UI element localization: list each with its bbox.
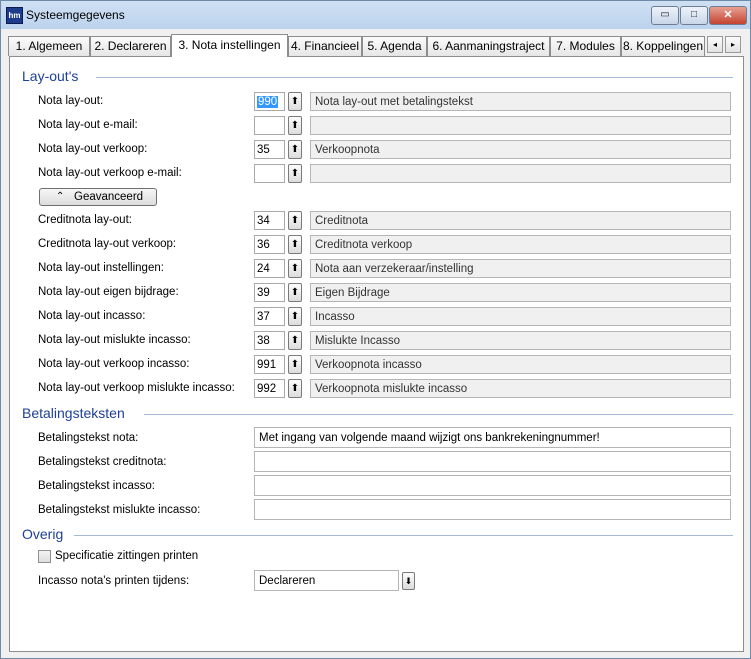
chevron-up-icon: ⌃ — [56, 191, 65, 202]
payment-text-input[interactable] — [254, 451, 731, 472]
payment-text-label: Betalingstekst mislukte incasso: — [38, 504, 201, 516]
advanced-description: Verkoopnota mislukte incasso — [310, 379, 731, 398]
layout-code-input[interactable]: 35 — [254, 140, 285, 159]
app-icon: hm — [6, 7, 23, 24]
tab-strip: 1. Algemeen 2. Declareren 3. Nota instel… — [6, 34, 746, 57]
advanced-description: Mislukte Incasso — [310, 331, 731, 350]
payment-text-input[interactable] — [254, 499, 731, 520]
close-button[interactable]: ✕ — [709, 6, 747, 25]
tab-algemeen[interactable]: 1. Algemeen — [8, 36, 90, 56]
tab-agenda[interactable]: 5. Agenda — [362, 36, 427, 56]
advanced-label: Nota lay-out instellingen: — [38, 262, 164, 274]
section-divider — [96, 77, 733, 78]
specification-checkbox[interactable] — [38, 550, 51, 563]
advanced-description: Nota aan verzekeraar/instelling — [310, 259, 731, 278]
advanced-code-input[interactable]: 34 — [254, 211, 285, 230]
advanced-button-label: Geavanceerd — [74, 191, 144, 203]
tab-scroll-left-icon[interactable]: ◂ — [707, 36, 723, 53]
picker-icon[interactable]: ⬆ — [288, 140, 302, 159]
section-divider — [144, 414, 733, 415]
minimize-button[interactable]: ▭ — [651, 6, 679, 25]
section-layouts-title: Lay-out's — [22, 68, 79, 84]
layout-label: Nota lay-out: — [38, 95, 104, 107]
dropdown-arrow-icon[interactable]: ⬇ — [402, 572, 415, 590]
layout-code-input[interactable] — [254, 116, 285, 135]
advanced-label: Nota lay-out verkoop mislukte incasso: — [38, 382, 235, 394]
advanced-label: Nota lay-out verkoop incasso: — [38, 358, 190, 370]
window: hm Systeemgegevens ▭ □ ✕ 1. Algemeen 2. … — [0, 0, 751, 659]
advanced-label: Nota lay-out mislukte incasso: — [38, 334, 191, 346]
incasso-print-label: Incasso nota's printen tijdens: — [38, 575, 190, 587]
layout-code-input[interactable] — [254, 164, 285, 183]
payment-text-input[interactable] — [254, 475, 731, 496]
section-divider — [74, 535, 733, 536]
payment-text-label: Betalingstekst incasso: — [38, 480, 155, 492]
picker-icon[interactable]: ⬆ — [288, 164, 302, 183]
payment-text-input[interactable]: Met ingang van volgende maand wijzigt on… — [254, 427, 731, 448]
section-payment-texts-title: Betalingsteksten — [22, 405, 125, 421]
advanced-description: Verkoopnota incasso — [310, 355, 731, 374]
picker-icon[interactable]: ⬆ — [288, 355, 302, 374]
payment-text-label: Betalingstekst creditnota: — [38, 456, 167, 468]
tab-declareren[interactable]: 2. Declareren — [90, 36, 171, 56]
picker-icon[interactable]: ⬆ — [288, 211, 302, 230]
layout-description: Verkoopnota — [310, 140, 731, 159]
tab-financieel[interactable]: 4. Financieel — [288, 36, 362, 56]
tab-modules[interactable]: 7. Modules — [550, 36, 621, 56]
advanced-description: Creditnota verkoop — [310, 235, 731, 254]
tab-nota-instellingen[interactable]: 3. Nota instellingen — [171, 34, 288, 57]
advanced-code-input[interactable]: 36 — [254, 235, 285, 254]
advanced-code-input[interactable]: 992 — [254, 379, 285, 398]
advanced-code-input[interactable]: 38 — [254, 331, 285, 350]
title-bar: hm Systeemgegevens ▭ □ ✕ — [1, 1, 750, 29]
layout-label: Nota lay-out verkoop e-mail: — [38, 167, 182, 179]
picker-icon[interactable]: ⬆ — [288, 92, 302, 111]
advanced-label: Creditnota lay-out verkoop: — [38, 238, 177, 250]
picker-icon[interactable]: ⬆ — [288, 116, 302, 135]
advanced-description: Incasso — [310, 307, 731, 326]
picker-icon[interactable]: ⬆ — [288, 259, 302, 278]
layout-description: Nota lay-out met betalingstekst — [310, 92, 731, 111]
layout-label: Nota lay-out e-mail: — [38, 119, 138, 131]
picker-icon[interactable]: ⬆ — [288, 235, 302, 254]
tab-panel: Lay-out's Nota lay-out: 990 ⬆ Nota lay-o… — [9, 56, 744, 652]
picker-icon[interactable]: ⬆ — [288, 283, 302, 302]
advanced-label: Creditnota lay-out: — [38, 214, 132, 226]
section-other-title: Overig — [22, 526, 64, 542]
tab-koppelingen[interactable]: 8. Koppelingen — [621, 36, 705, 56]
layout-label: Nota lay-out verkoop: — [38, 143, 148, 155]
picker-icon[interactable]: ⬆ — [288, 379, 302, 398]
advanced-label: Nota lay-out incasso: — [38, 310, 146, 322]
specification-checkbox-label: Specificatie zittingen printen — [55, 550, 199, 562]
advanced-description: Eigen Bijdrage — [310, 283, 731, 302]
window-title: Systeemgegevens — [26, 8, 125, 22]
layout-description — [310, 164, 731, 183]
tab-aanmaningstraject[interactable]: 6. Aanmaningstraject — [427, 36, 550, 56]
picker-icon[interactable]: ⬆ — [288, 307, 302, 326]
maximize-button[interactable]: □ — [680, 6, 708, 25]
advanced-label: Nota lay-out eigen bijdrage: — [38, 286, 179, 298]
advanced-button[interactable]: ⌃ Geavanceerd — [39, 188, 157, 206]
advanced-code-input[interactable]: 24 — [254, 259, 285, 278]
advanced-description: Creditnota — [310, 211, 731, 230]
picker-icon[interactable]: ⬆ — [288, 331, 302, 350]
layout-description — [310, 116, 731, 135]
advanced-code-input[interactable]: 991 — [254, 355, 285, 374]
tab-scroll-right-icon[interactable]: ▸ — [725, 36, 741, 53]
advanced-code-input[interactable]: 37 — [254, 307, 285, 326]
advanced-code-input[interactable]: 39 — [254, 283, 285, 302]
incasso-print-select[interactable]: Declareren — [254, 570, 399, 591]
layout-code-input[interactable]: 990 — [254, 92, 285, 111]
payment-text-label: Betalingstekst nota: — [38, 432, 139, 444]
